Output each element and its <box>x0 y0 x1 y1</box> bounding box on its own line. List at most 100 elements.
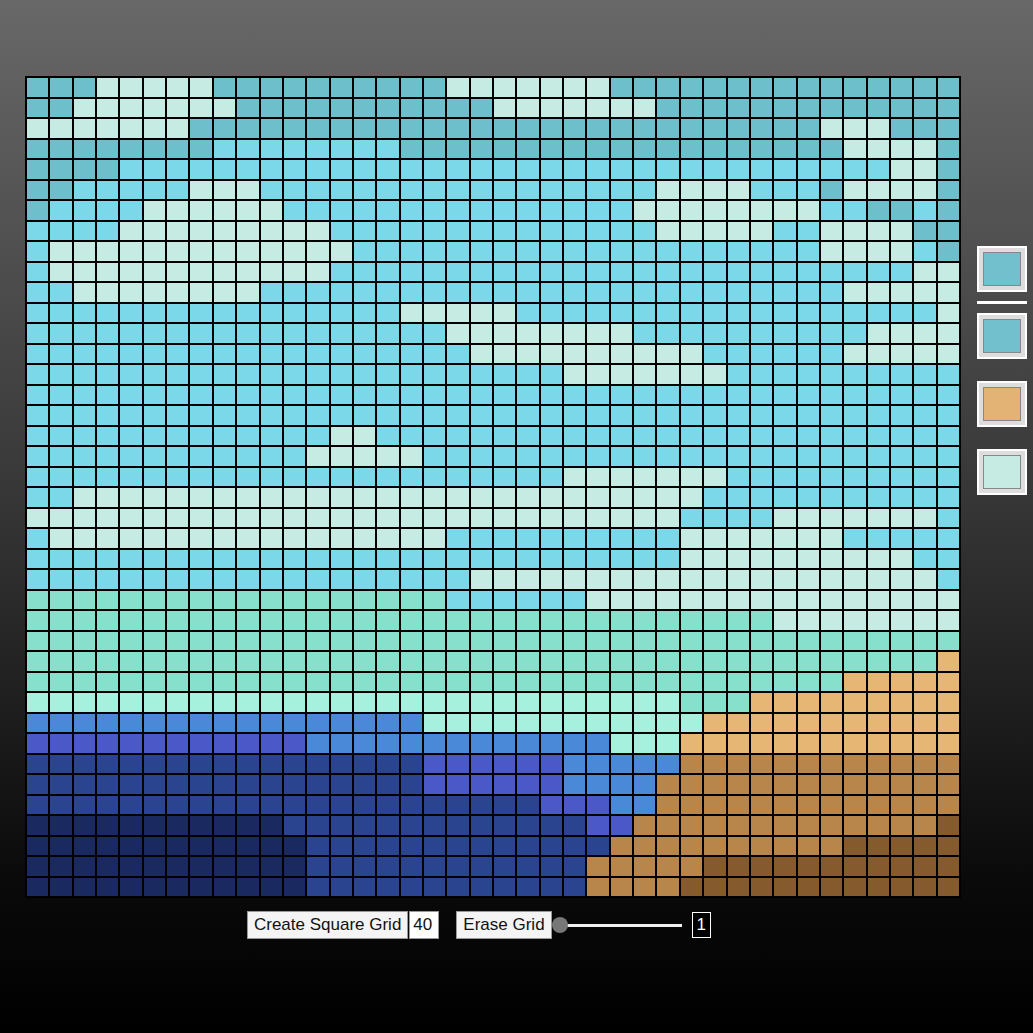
grid-cell[interactable] <box>751 304 772 323</box>
grid-cell[interactable] <box>144 775 165 794</box>
grid-cell[interactable] <box>634 345 655 364</box>
grid-cell[interactable] <box>821 222 842 241</box>
grid-cell[interactable] <box>798 447 819 466</box>
grid-cell[interactable] <box>564 263 585 282</box>
grid-cell[interactable] <box>214 714 235 733</box>
grid-cell[interactable] <box>914 529 935 548</box>
grid-cell[interactable] <box>868 570 889 589</box>
grid-cell[interactable] <box>50 140 71 159</box>
grid-cell[interactable] <box>471 611 492 630</box>
grid-cell[interactable] <box>74 652 95 671</box>
grid-cell[interactable] <box>307 242 328 261</box>
grid-cell[interactable] <box>681 734 702 753</box>
grid-cell[interactable] <box>844 201 865 220</box>
grid-cell[interactable] <box>167 468 188 487</box>
grid-cell[interactable] <box>611 775 632 794</box>
grid-cell[interactable] <box>564 119 585 138</box>
grid-cell[interactable] <box>704 611 725 630</box>
grid-cell[interactable] <box>564 78 585 97</box>
grid-cell[interactable] <box>284 488 305 507</box>
grid-cell[interactable] <box>751 488 772 507</box>
grid-cell[interactable] <box>914 263 935 282</box>
grid-cell[interactable] <box>401 119 422 138</box>
grid-cell[interactable] <box>611 734 632 753</box>
grid-cell[interactable] <box>50 468 71 487</box>
grid-cell[interactable] <box>564 570 585 589</box>
grid-cell[interactable] <box>798 755 819 774</box>
grid-cell[interactable] <box>307 160 328 179</box>
grid-cell[interactable] <box>821 447 842 466</box>
grid-cell[interactable] <box>214 570 235 589</box>
grid-cell[interactable] <box>728 222 749 241</box>
grid-cell[interactable] <box>284 550 305 569</box>
grid-cell[interactable] <box>587 78 608 97</box>
grid-cell[interactable] <box>751 242 772 261</box>
grid-cell[interactable] <box>751 181 772 200</box>
grid-cell[interactable] <box>401 263 422 282</box>
grid-cell[interactable] <box>144 283 165 302</box>
grid-cell[interactable] <box>798 160 819 179</box>
grid-cell[interactable] <box>284 673 305 692</box>
grid-cell[interactable] <box>144 99 165 118</box>
grid-cell[interactable] <box>844 611 865 630</box>
grid-cell[interactable] <box>261 509 282 528</box>
grid-cell[interactable] <box>891 406 912 425</box>
grid-cell[interactable] <box>938 242 959 261</box>
grid-cell[interactable] <box>120 611 141 630</box>
grid-cell[interactable] <box>798 488 819 507</box>
grid-cell[interactable] <box>237 816 258 835</box>
grid-cell[interactable] <box>471 734 492 753</box>
grid-cell[interactable] <box>798 693 819 712</box>
grid-cell[interactable] <box>914 201 935 220</box>
grid-cell[interactable] <box>564 878 585 897</box>
grid-cell[interactable] <box>97 693 118 712</box>
grid-cell[interactable] <box>587 714 608 733</box>
grid-cell[interactable] <box>331 119 352 138</box>
grid-cell[interactable] <box>704 365 725 384</box>
grid-cell[interactable] <box>74 550 95 569</box>
grid-cell[interactable] <box>821 488 842 507</box>
grid-cell[interactable] <box>657 488 678 507</box>
grid-cell[interactable] <box>354 857 375 876</box>
grid-cell[interactable] <box>798 632 819 651</box>
grid-cell[interactable] <box>144 468 165 487</box>
grid-cell[interactable] <box>190 591 211 610</box>
grid-cell[interactable] <box>914 160 935 179</box>
grid-cell[interactable] <box>681 222 702 241</box>
grid-cell[interactable] <box>541 78 562 97</box>
grid-cell[interactable] <box>471 755 492 774</box>
grid-cell[interactable] <box>564 837 585 856</box>
grid-cell[interactable] <box>214 160 235 179</box>
grid-cell[interactable] <box>261 427 282 446</box>
grid-cell[interactable] <box>471 878 492 897</box>
grid-cell[interactable] <box>284 304 305 323</box>
grid-cell[interactable] <box>821 242 842 261</box>
grid-cell[interactable] <box>564 488 585 507</box>
grid-cell[interactable] <box>681 99 702 118</box>
grid-cell[interactable] <box>471 99 492 118</box>
grid-cell[interactable] <box>190 140 211 159</box>
grid-cell[interactable] <box>541 386 562 405</box>
grid-cell[interactable] <box>144 591 165 610</box>
grid-cell[interactable] <box>424 775 445 794</box>
grid-cell[interactable] <box>261 365 282 384</box>
grid-cell[interactable] <box>214 550 235 569</box>
grid-cell[interactable] <box>50 652 71 671</box>
grid-cell[interactable] <box>471 468 492 487</box>
grid-cell[interactable] <box>704 140 725 159</box>
grid-cell[interactable] <box>331 652 352 671</box>
grid-cell[interactable] <box>401 755 422 774</box>
grid-cell[interactable] <box>868 242 889 261</box>
grid-cell[interactable] <box>424 837 445 856</box>
grid-cell[interactable] <box>657 816 678 835</box>
grid-cell[interactable] <box>494 529 515 548</box>
grid-cell[interactable] <box>564 201 585 220</box>
grid-cell[interactable] <box>167 611 188 630</box>
grid-cell[interactable] <box>214 283 235 302</box>
grid-cell[interactable] <box>307 304 328 323</box>
grid-cell[interactable] <box>681 878 702 897</box>
grid-cell[interactable] <box>728 734 749 753</box>
grid-cell[interactable] <box>447 509 468 528</box>
grid-cell[interactable] <box>798 529 819 548</box>
grid-cell[interactable] <box>517 714 538 733</box>
